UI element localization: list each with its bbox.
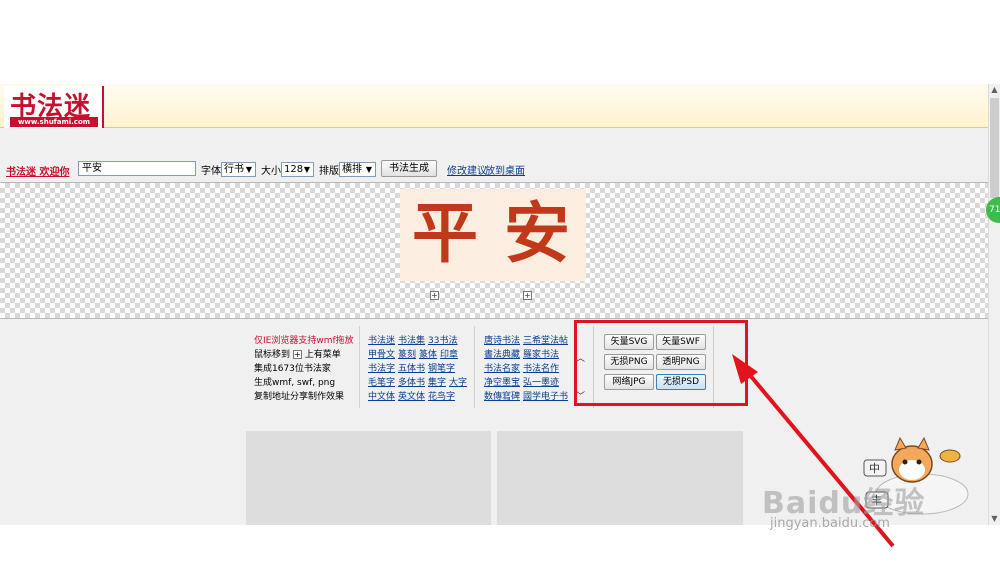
browser-viewport: 书法迷 www.shufami.com 书法迷 欢迎你 平安 字体 行书 ▼ 大… [0,84,988,525]
calligrapher-count: 集成1673位书法家 [254,364,331,374]
scroll-up-arrow-icon[interactable]: ▲ [989,84,1000,96]
site-link[interactable]: 印章 [440,350,458,360]
site-link[interactable]: 中文体 [368,392,395,402]
link-row: 中文体 英文体 花鸟字 [368,390,470,404]
plus-icon: + [292,350,302,359]
site-link[interactable]: 净空墨宝 [484,378,520,388]
suggest-link[interactable]: 修改建议 [447,162,487,177]
size-select-value: 128 [284,164,304,175]
info-panel: 仅IE浏览器支持wmf拖放 鼠标移到 + 上有菜单 集成1673位书法家 生成w… [0,320,988,420]
link-row: 数傳寫碑 國学电子书 [484,390,571,404]
site-link[interactable]: 书法字 [368,364,395,374]
site-logo[interactable]: 书法迷 www.shufami.com [4,86,104,128]
chevron-down-icon: ▼ [365,165,373,174]
site-link[interactable]: 书法名作 [523,364,559,374]
char-menu-plus-icon[interactable]: + [430,291,439,300]
ad-placeholder-left [246,431,491,525]
site-link[interactable]: 三希堂法帖 [523,336,568,346]
desktop-link[interactable]: 放到桌面 [485,162,525,177]
font-label: 字体 [201,166,221,177]
generate-button[interactable]: 书法生成 [381,160,437,177]
link-row: 毛笔字 多体书 集字 大字 [368,376,470,390]
chevron-down-icon: ▼ [245,165,253,174]
site-link[interactable]: 钢笔字 [428,364,455,374]
column-divider [359,326,360,408]
site-link[interactable]: 集字 [428,378,446,388]
site-link[interactable]: 篆体 [419,350,437,360]
site-link[interactable]: 唐诗书法 [484,336,520,346]
info-text: 仅IE浏览器支持wmf拖放 鼠标移到 + 上有菜单 集成1673位书法家 生成w… [254,334,354,404]
link-row: 甲骨文 篆刻 篆体 印章 [368,348,470,362]
scrollbar-thumb[interactable] [990,98,999,198]
site-link[interactable]: 羅家书法 [523,350,559,360]
mascot-label-1: 中 [869,462,880,475]
menu-hint-b: 上有菜单 [304,350,341,360]
calligraphy-image[interactable]: 平 安 [400,189,586,281]
site-link[interactable]: 毛笔字 [368,378,395,388]
site-header: 书法迷 www.shufami.com [0,84,988,128]
menu-hint: 鼠标移到 + 上有菜单 [254,348,354,362]
site-link[interactable]: 五体书 [398,364,425,374]
generator-toolbar: 书法迷 欢迎你 平安 字体 行书 ▼ 大小 128 ▼ 排版 横排 ▼ 书法生成… [0,158,988,182]
welcome-link[interactable]: 书法迷 欢迎你 [6,163,69,178]
link-row: 书法名家 书法名作 [484,362,571,376]
annotation-highlight-box [574,320,748,406]
site-link[interactable]: 多体书 [398,378,425,388]
site-link[interactable]: 33书法 [428,336,457,346]
site-link[interactable]: 書法典藏 [484,350,520,360]
screenshot-page: 书法迷 www.shufami.com 书法迷 欢迎你 平安 字体 行书 ▼ 大… [0,0,1000,563]
site-link[interactable]: 甲骨文 [368,350,395,360]
link-column-2: 唐诗书法 三希堂法帖 書法典藏 羅家书法 书法名家 书法名作 净空墨宝 弘一墨迹 数傳寫碑 國学电… [484,334,571,404]
size-label: 大小 [261,166,281,177]
scroll-down-arrow-icon[interactable]: ▼ [989,513,1000,525]
vertical-scrollbar[interactable]: ▲ ▼ [988,84,1000,525]
font-select[interactable]: 行书 ▼ [221,162,256,177]
layout-select-value: 横排 [342,164,362,175]
size-select[interactable]: 128 ▼ [281,162,314,177]
link-column-1: 书法迷 书法集 33书法 甲骨文 篆刻 篆体 印章 书法字 五体书 钢笔字 毛笔字 多体书 集字 大字 中文… [368,334,470,404]
column-divider [474,326,475,408]
site-link[interactable]: 书法迷 [368,336,395,346]
baidu-watermark-url: jingyan.baidu.com [770,516,890,531]
calligraphy-char-1: 平 [412,194,478,272]
link-row: 书法字 五体书 钢笔字 [368,362,470,376]
site-link[interactable]: 篆刻 [398,350,416,360]
logo-url: www.shufami.com [10,117,98,127]
share-note: 复制地址分享制作效果 [254,392,345,402]
link-row: 书法迷 书法集 33书法 [368,334,470,348]
formats-note: 生成wmf, swf, png [254,378,336,388]
link-row: 書法典藏 羅家书法 [484,348,571,362]
layout-label: 排版 [319,166,339,177]
site-link[interactable]: 大字 [449,378,467,388]
char-menu-plus-icon[interactable]: + [523,291,532,300]
menu-hint-a: 鼠标移到 [254,350,291,360]
site-link[interactable]: 数傳寫碑 [484,392,520,402]
site-link[interactable]: 书法名家 [484,364,520,374]
layout-select[interactable]: 横排 ▼ [339,162,376,177]
chevron-down-icon: ▼ [303,165,311,174]
site-link[interactable]: 弘一墨迹 [523,378,559,388]
site-link[interactable]: 英文体 [398,392,425,402]
ad-placeholder-right [497,431,743,525]
link-row: 唐诗书法 三希堂法帖 [484,334,571,348]
link-row: 净空墨宝 弘一墨迹 [484,376,571,390]
ie-notice: 仅IE浏览器支持wmf拖放 [254,336,354,346]
calligraphy-char-2: 安 [504,194,570,272]
site-link[interactable]: 國学电子书 [523,392,568,402]
site-link[interactable]: 花鸟字 [428,392,455,402]
text-input[interactable]: 平安 [78,161,196,176]
calligraphy-canvas: 平 安 + + [0,183,988,319]
site-link[interactable]: 书法集 [398,336,425,346]
font-select-value: 行书 [224,164,244,175]
